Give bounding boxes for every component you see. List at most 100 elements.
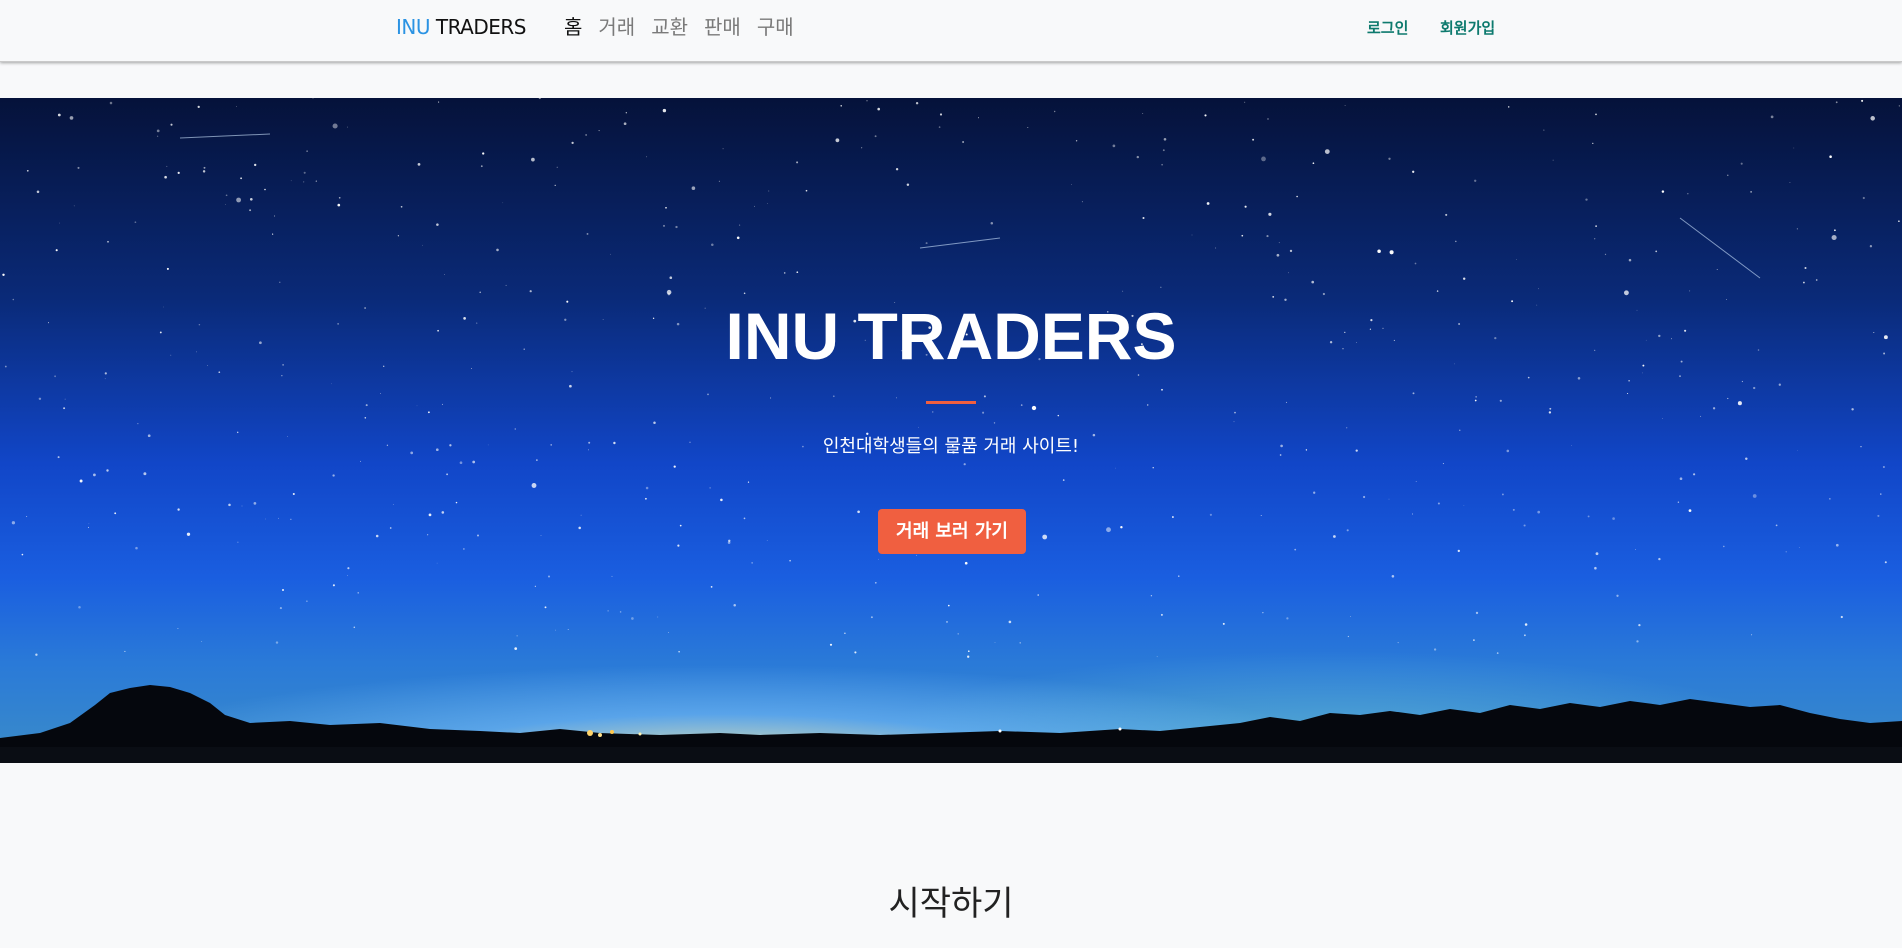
star (1445, 213, 1448, 216)
star (623, 122, 627, 126)
star (536, 459, 538, 461)
star (1042, 534, 1048, 540)
star (1851, 408, 1854, 411)
star (1209, 513, 1212, 516)
star (375, 534, 379, 538)
star (1312, 162, 1315, 165)
star (1474, 399, 1477, 402)
star (657, 616, 659, 618)
star (540, 535, 542, 536)
star (1829, 498, 1831, 500)
star (2, 273, 5, 277)
star (1241, 234, 1244, 237)
star (1727, 174, 1729, 176)
star (1286, 617, 1289, 620)
star (134, 221, 137, 224)
star (186, 532, 191, 536)
star (665, 206, 667, 209)
login-link[interactable]: 로그인 (1367, 17, 1408, 38)
star (281, 375, 283, 377)
star (1346, 427, 1348, 429)
star (993, 422, 996, 424)
star (1054, 110, 1056, 113)
hero-subtitle: 인천대학생들의 물품 거래 사이트! (822, 436, 1080, 457)
star (137, 423, 139, 425)
star (663, 224, 665, 227)
star (1260, 515, 1262, 516)
star (1204, 114, 1207, 117)
star (143, 472, 147, 476)
star (691, 186, 696, 190)
star (1120, 525, 1123, 529)
star (1840, 615, 1843, 619)
top-navbar: INU TRADERS 홈 거래 교환 판매 구매 로그인 회원가입 (0, 0, 1902, 62)
star (1789, 181, 1791, 184)
star (1595, 552, 1599, 556)
star (1750, 191, 1752, 193)
star (538, 98, 541, 100)
star (653, 421, 656, 424)
nav-links: 홈 거래 교환 판매 구매 (556, 13, 802, 41)
star (1549, 407, 1552, 410)
star (225, 194, 228, 197)
star (1594, 566, 1597, 570)
go-to-trade-button[interactable]: 거래 보러 가기 (878, 509, 1026, 554)
star (436, 562, 438, 564)
star (835, 138, 840, 143)
star (441, 403, 443, 405)
star (768, 190, 770, 192)
star (1475, 611, 1479, 615)
star (1785, 551, 1787, 553)
star (202, 170, 206, 173)
star (428, 513, 432, 517)
star (380, 393, 381, 394)
star (1512, 508, 1515, 511)
brand-logo-link[interactable]: INU TRADERS (396, 15, 526, 39)
star (1288, 272, 1289, 274)
star (878, 558, 879, 560)
star (1628, 258, 1632, 262)
star (733, 604, 736, 607)
star (1160, 613, 1163, 616)
star (1835, 543, 1839, 547)
star (1324, 149, 1330, 154)
star (679, 524, 682, 527)
star (253, 502, 257, 505)
star (1577, 377, 1581, 380)
star (666, 289, 672, 295)
star (743, 517, 746, 520)
star (444, 274, 445, 275)
star (766, 203, 768, 205)
star (906, 183, 910, 187)
star (249, 197, 253, 201)
star (365, 404, 368, 407)
star (87, 526, 90, 528)
star (306, 150, 308, 152)
star (1612, 517, 1615, 520)
star (1171, 516, 1174, 518)
signup-link[interactable]: 회원가입 (1440, 17, 1495, 38)
nav-link-trade[interactable]: 거래 (590, 13, 643, 41)
star (918, 426, 919, 428)
star (555, 629, 557, 631)
star (332, 474, 335, 477)
star (228, 503, 231, 507)
star (166, 267, 169, 270)
star (1414, 262, 1417, 265)
star (844, 632, 846, 634)
star (874, 581, 877, 584)
star (677, 544, 680, 547)
star (1595, 113, 1597, 116)
star (59, 222, 60, 224)
star (1679, 375, 1681, 377)
star (332, 584, 335, 587)
nav-link-buy[interactable]: 구매 (749, 13, 802, 41)
nav-link-exchange[interactable]: 교환 (643, 13, 696, 41)
star (964, 561, 968, 565)
nav-link-sell[interactable]: 판매 (696, 13, 749, 41)
star (1595, 225, 1597, 227)
star (1037, 594, 1039, 596)
nav-link-home[interactable]: 홈 (556, 13, 590, 41)
star (1146, 404, 1149, 406)
meteor-streak (919, 237, 1001, 249)
